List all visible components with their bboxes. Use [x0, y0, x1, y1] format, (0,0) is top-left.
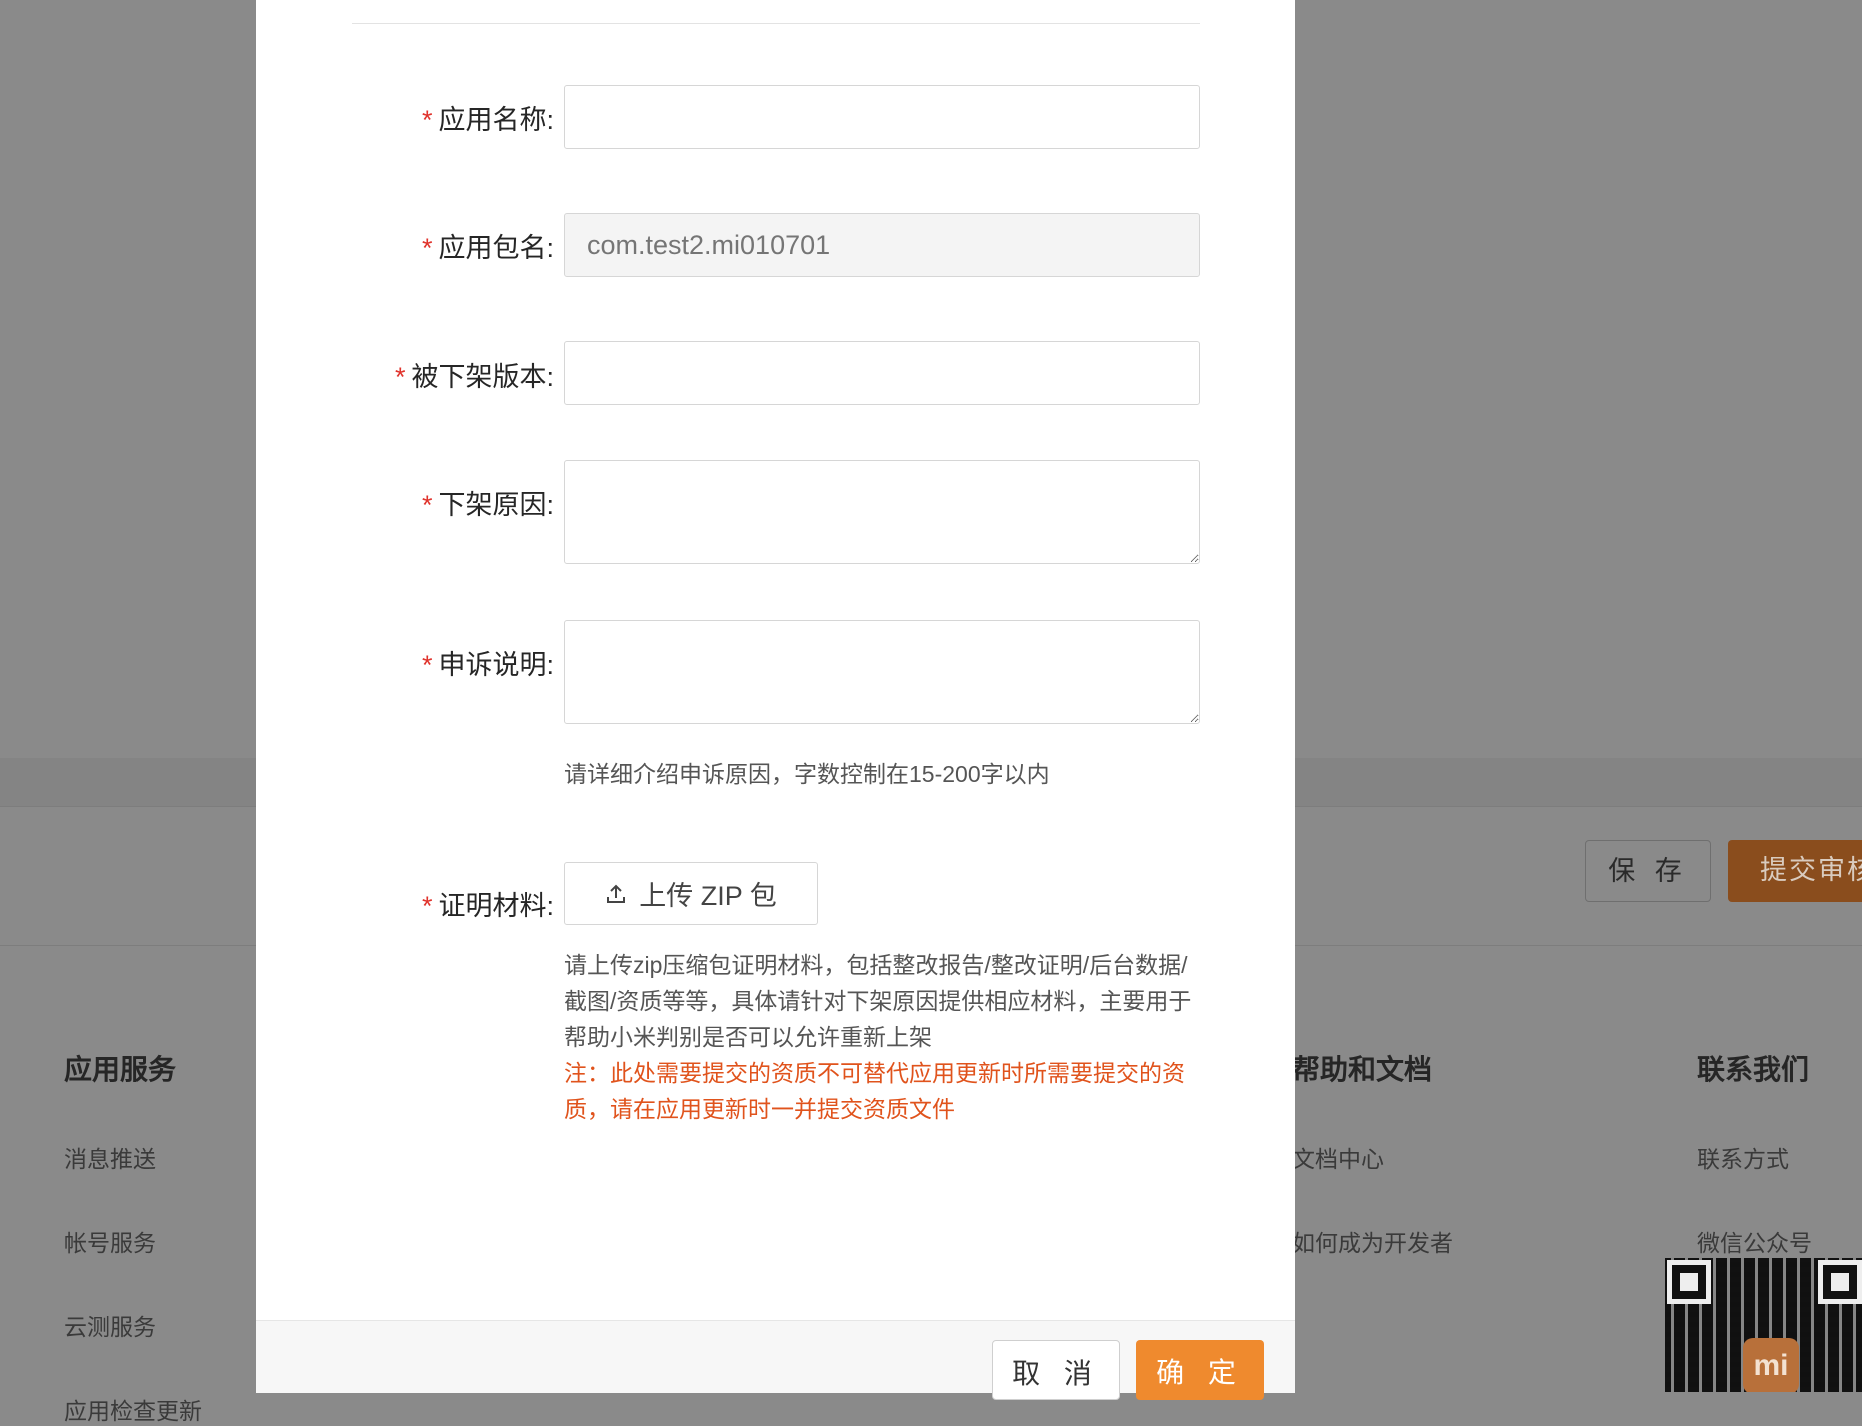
upload-icon — [607, 884, 626, 903]
removed-version-label: * 被下架版本: — [394, 362, 554, 392]
removal-reason-textarea[interactable] — [564, 460, 1200, 564]
footer-link[interactable]: 文档中心 — [1292, 1140, 1453, 1174]
qr-finder — [1818, 1260, 1862, 1304]
footer-column-app-services: 应用服务 消息推送 帐号服务 云测服务 应用检查更新 — [64, 1048, 202, 1426]
required-mark: * — [421, 490, 433, 520]
wechat-qr-code: mi — [1665, 1258, 1862, 1392]
footer-link[interactable]: 云测服务 — [64, 1308, 202, 1342]
footer-link[interactable]: 消息推送 — [64, 1140, 202, 1174]
header-divider — [352, 23, 1200, 24]
required-mark: * — [421, 233, 433, 263]
confirm-button[interactable]: 确 定 — [1136, 1340, 1264, 1400]
appeal-dialog: *应用名称: *应用包名: *被下架版本: *下架原因: *申诉说明: 请详细介… — [256, 0, 1295, 1400]
footer-link[interactable]: 应用检查更新 — [64, 1392, 202, 1426]
footer-column-title: 应用服务 — [64, 1054, 177, 1085]
required-mark: * — [421, 105, 433, 135]
qr-finder — [1667, 1260, 1711, 1304]
proof-description-text: 请上传zip压缩包证明材料，包括整改报告/整改证明/后台数据/截图/资质等等，具… — [564, 952, 1192, 1050]
submit-review-button[interactable]: 提交审核 — [1728, 840, 1862, 902]
required-mark: * — [421, 891, 433, 921]
upload-zip-button[interactable]: 上传 ZIP 包 — [564, 862, 818, 925]
save-button[interactable]: 保 存 — [1585, 840, 1711, 902]
footer-link[interactable]: 如何成为开发者 — [1292, 1224, 1453, 1258]
appeal-note-label: * 申诉说明: — [421, 650, 554, 680]
footer-column-title: 联系我们 — [1697, 1054, 1810, 1085]
footer-column-title: 帮助和文档 — [1292, 1054, 1433, 1085]
app-name-label: * 应用名称: — [421, 105, 554, 135]
footer-column-help-docs: 帮助和文档 文档中心 如何成为开发者 — [1292, 1048, 1453, 1258]
required-mark: * — [421, 650, 433, 680]
appeal-note-hint: 请详细介绍申诉原因，字数控制在15-200字以内 — [564, 761, 1050, 787]
required-mark: * — [394, 362, 406, 392]
appeal-note-textarea[interactable] — [564, 620, 1200, 724]
footer-link[interactable]: 联系方式 — [1697, 1140, 1812, 1174]
package-name-label: * 应用包名: — [421, 233, 554, 263]
proof-note: 注：此处需要提交的资质不可替代应用更新时所需要提交的资质，请在应用更新时一并提交… — [564, 1060, 1185, 1122]
proof-description: 请上传zip压缩包证明材料，包括整改报告/整改证明/后台数据/截图/资质等等，具… — [564, 947, 1200, 1127]
package-name-input — [564, 213, 1200, 277]
removal-reason-label: * 下架原因: — [421, 490, 554, 520]
footer-link[interactable]: 微信公众号 — [1697, 1224, 1812, 1258]
proof-label: * 证明材料: — [421, 891, 554, 921]
footer-column-contact: 联系我们 联系方式 微信公众号 — [1697, 1048, 1812, 1258]
mi-logo-icon: mi — [1743, 1338, 1799, 1392]
removed-version-input[interactable] — [564, 341, 1200, 405]
app-name-input[interactable] — [564, 85, 1200, 149]
cancel-button[interactable]: 取 消 — [992, 1340, 1120, 1400]
upload-button-label: 上传 ZIP 包 — [639, 881, 777, 911]
footer-link[interactable]: 帐号服务 — [64, 1224, 202, 1258]
